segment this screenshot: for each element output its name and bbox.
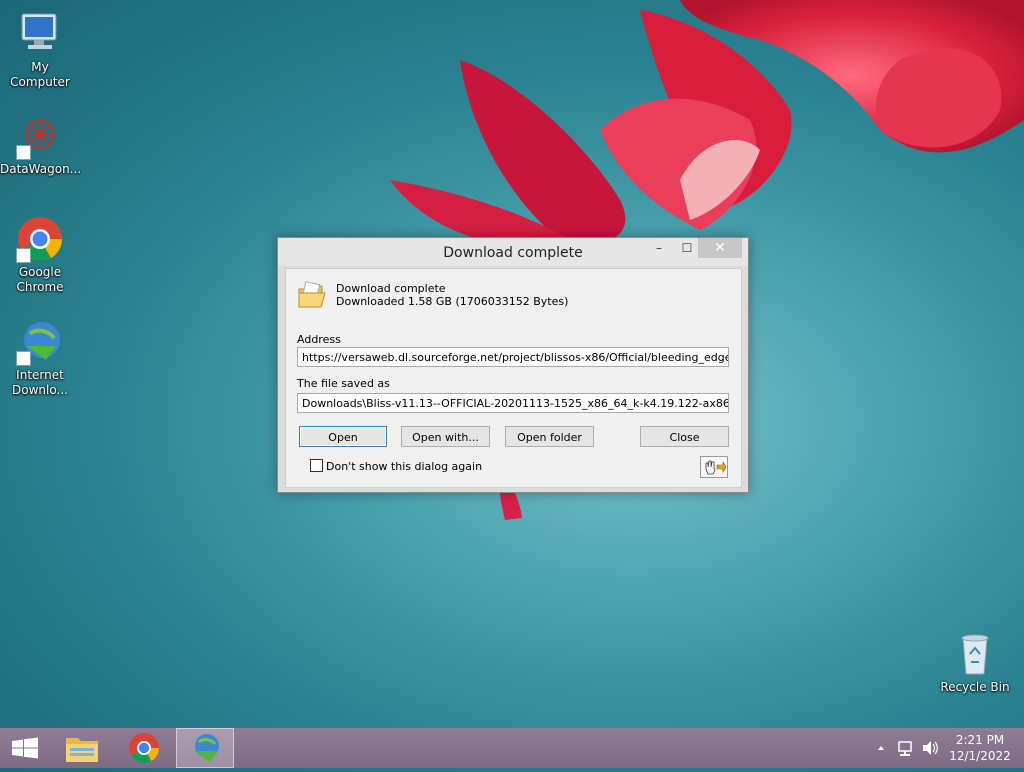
idm-icon (194, 734, 219, 762)
saved-as-label: The file saved as (297, 377, 390, 390)
shortcut-arrow-icon (16, 145, 31, 160)
dont-show-again-label: Don't show this dialog again (326, 460, 483, 473)
desktop-icon-label: Internet Downlo... (12, 368, 68, 397)
more-options-button[interactable] (700, 456, 728, 478)
saved-as-field[interactable]: Downloads\Bliss-v11.13--OFFICIAL-2020111… (297, 393, 729, 413)
taskbar: 2:21 PM 12/1/2022 (0, 728, 1024, 768)
desktop-icon-label: DataWagon... (0, 162, 82, 176)
volume-button[interactable] (920, 728, 940, 768)
downloaded-size-message: Downloaded 1.58 GB (1706033152 Bytes) (336, 295, 569, 308)
taskbar-file-explorer[interactable] (54, 728, 112, 768)
windows-logo-icon (12, 737, 38, 759)
datawagon-icon (16, 112, 64, 160)
clock-date: 12/1/2022 (949, 749, 1011, 763)
close-button[interactable]: Close (640, 426, 729, 447)
desktop-icon-google-chrome[interactable]: Google Chrome (0, 215, 80, 295)
desktop-icon-label: My Computer (10, 60, 70, 89)
chevron-up-icon (878, 746, 884, 750)
close-window-button[interactable]: ✕ (698, 238, 742, 258)
address-field[interactable]: https://versaweb.dl.sourceforge.net/proj… (297, 347, 729, 367)
shortcut-arrow-icon (16, 351, 31, 366)
chrome-icon (16, 215, 64, 263)
dialog-content: Download complete Downloaded 1.58 GB (17… (285, 268, 742, 488)
open-folder-icon (296, 279, 328, 311)
taskbar-google-chrome[interactable] (115, 728, 173, 768)
computer-icon (16, 10, 64, 58)
desktop-icon-recycle-bin[interactable]: Recycle Bin (935, 630, 1015, 695)
hand-pointer-icon (705, 460, 727, 475)
show-hidden-icons-button[interactable] (873, 728, 889, 768)
idm-icon (16, 318, 64, 366)
chrome-icon (129, 733, 159, 764)
file-explorer-icon (66, 738, 98, 762)
open-with-button[interactable]: Open with... (401, 426, 490, 447)
desktop-icon-label: Google Chrome (16, 265, 64, 294)
desktop-icon-internet-download-manager[interactable]: Internet Downlo... (0, 318, 80, 398)
maximize-button[interactable]: ☐ (674, 238, 700, 258)
desktop-icon-my-computer[interactable]: My Computer (0, 10, 80, 90)
minimize-button[interactable]: – (646, 238, 672, 258)
network-icon (898, 741, 912, 756)
download-complete-dialog: Download complete – ☐ ✕ Download complet… (277, 237, 749, 493)
shortcut-arrow-icon (16, 248, 31, 263)
start-button[interactable] (0, 728, 50, 768)
recycle-bin-icon (951, 630, 999, 678)
taskbar-internet-download-manager[interactable] (176, 728, 234, 768)
open-button[interactable]: Open (299, 426, 387, 447)
dont-show-again-row[interactable]: Don't show this dialog again (310, 459, 482, 473)
clock[interactable]: 2:21 PM 12/1/2022 (945, 732, 1015, 764)
open-folder-button[interactable]: Open folder (505, 426, 594, 447)
dialog-titlebar[interactable]: Download complete – ☐ ✕ (278, 238, 748, 266)
dont-show-again-checkbox[interactable] (310, 459, 323, 472)
network-status-button[interactable] (896, 728, 916, 768)
status-message: Download complete (336, 282, 446, 295)
speaker-icon (923, 741, 938, 755)
desktop-icon-datawagon[interactable]: DataWagon... (0, 112, 82, 177)
address-label: Address (297, 333, 341, 346)
clock-time: 2:21 PM (955, 733, 1005, 747)
desktop-icon-label: Recycle Bin (940, 680, 1010, 694)
